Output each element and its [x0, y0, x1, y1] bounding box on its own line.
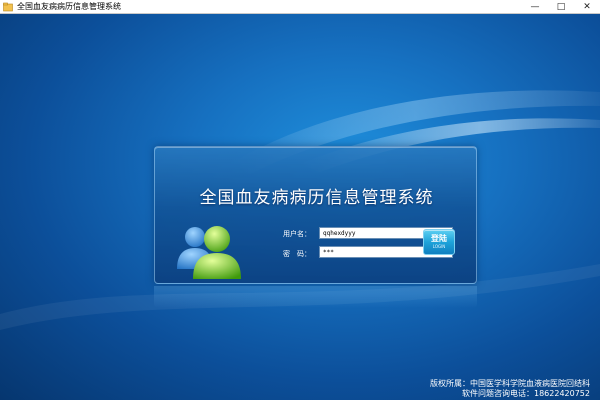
footer: 版权所属：中国医学科学院血液病医院回结科 软件问题咨询电话：1862242075…: [430, 379, 590, 399]
maximize-button[interactable]: □: [548, 0, 574, 14]
app-icon: [3, 2, 13, 12]
desktop-background: 全国血友病病历信息管理系统 用户名： qqhexdyyy 密 码： *** 登陆…: [0, 14, 600, 400]
support-phone-text: 软件问题咨询电话：18622420752: [462, 389, 590, 398]
login-window: 全国血友病病历信息管理系统 — □ ✕ 全国血友病病历信息管理系统 用户名： q…: [0, 0, 600, 400]
login-button-label: 登陆: [431, 234, 447, 243]
window-title: 全国血友病病历信息管理系统: [17, 2, 121, 11]
username-label: 用户名：: [283, 230, 311, 238]
password-label: 密 码：: [283, 250, 311, 258]
panel-reflection: [154, 286, 477, 308]
login-button[interactable]: 登陆 LOGIN: [423, 229, 455, 255]
copyright-text: 版权所属：中国医学科学院血液病医院回结科: [430, 379, 590, 388]
users-icon: [175, 221, 247, 281]
panel-title: 全国血友病病历信息管理系统: [199, 188, 434, 208]
login-panel: 全国血友病病历信息管理系统 用户名： qqhexdyyy 密 码： *** 登陆…: [154, 146, 477, 284]
minimize-button[interactable]: —: [522, 0, 548, 14]
title-bar: 全国血友病病历信息管理系统 — □ ✕: [0, 0, 600, 14]
login-button-sublabel: LOGIN: [432, 244, 446, 249]
close-button[interactable]: ✕: [574, 0, 600, 14]
